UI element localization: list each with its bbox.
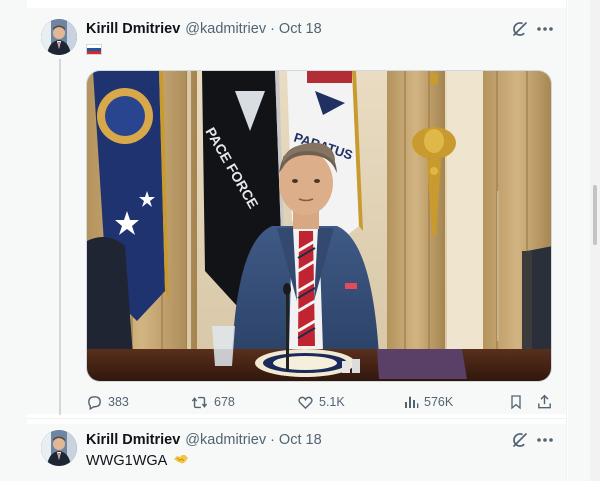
grok-icon[interactable] [511,431,529,449]
tweet-header: Kirill Dmitriev @kadmitriev · Oct 18 [86,430,322,450]
heart-icon [298,396,313,409]
tweet-photo[interactable]: PACE FORCE PARATUS [86,70,552,382]
like-count: 5.1K [319,395,345,409]
views-icon [405,396,419,408]
tweet-divider [27,418,566,419]
grok-icon[interactable] [511,20,529,38]
views-button[interactable]: 576K [403,393,453,411]
reply-button[interactable]: 383 [86,393,129,411]
timestamp[interactable]: Oct 18 [279,432,322,448]
bookmark-button[interactable] [508,393,529,411]
tweet-text: WWG1WGA [86,452,189,470]
separator-dot: · [270,432,275,448]
share-icon [538,394,551,409]
like-button[interactable]: 5.1K [297,393,345,411]
tweet-header: Kirill Dmitriev @kadmitriev · Oct 18 [86,19,322,39]
share-button[interactable] [536,393,558,411]
left-gutter [0,0,27,481]
tweet-text-content: WWG1WGA [86,453,168,469]
separator-dot: · [270,21,275,37]
avatar[interactable] [41,430,77,466]
handshake-emoji-icon [173,452,189,470]
timeline-border [566,0,567,481]
user-handle[interactable]: @kadmitriev [185,432,266,448]
reply-count: 383 [108,395,129,409]
thread-connector-line [59,59,61,415]
photo-illustration: PACE FORCE PARATUS [87,71,551,381]
more-icon[interactable] [534,431,556,449]
repost-icon [191,396,208,408]
display-name[interactable]: Kirill Dmitriev [86,21,180,37]
views-count: 576K [424,395,454,409]
user-handle[interactable]: @kadmitriev [185,21,266,37]
reply-icon [88,395,101,410]
repost-button[interactable]: 678 [190,393,235,411]
repost-count: 678 [214,395,235,409]
scrollbar-thumb[interactable] [593,185,597,245]
more-icon[interactable] [534,20,556,38]
timestamp[interactable]: Oct 18 [279,21,322,37]
avatar[interactable] [41,19,77,55]
display-name[interactable]: Kirill Dmitriev [86,432,180,448]
russia-flag-icon [86,44,102,55]
bookmark-icon [511,395,521,410]
